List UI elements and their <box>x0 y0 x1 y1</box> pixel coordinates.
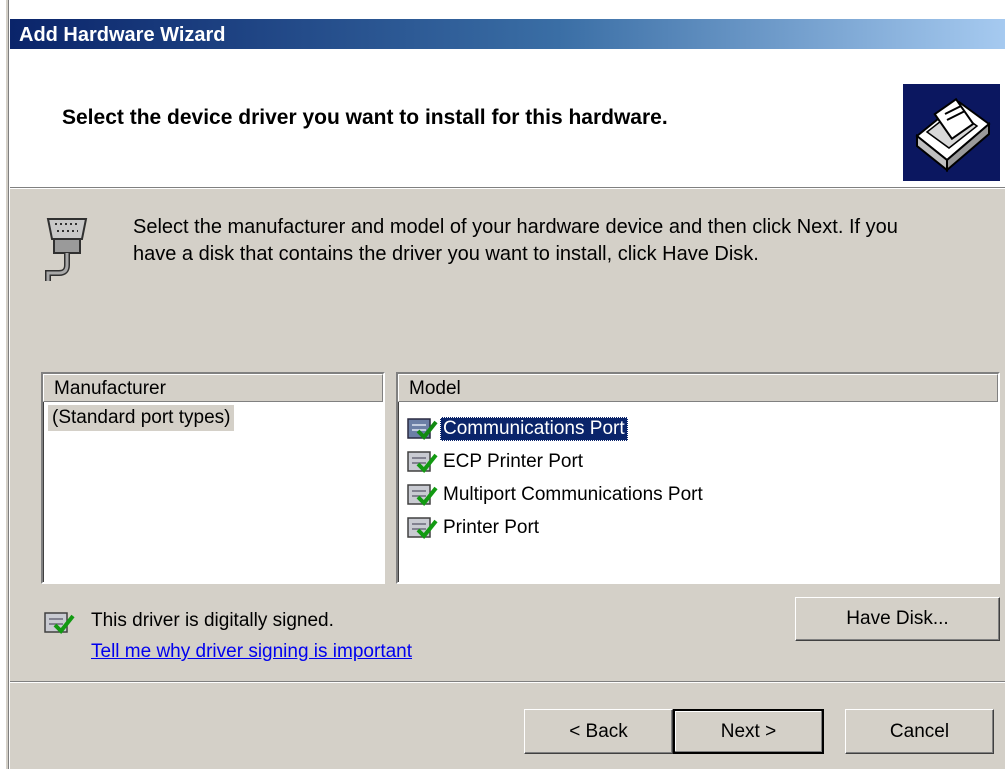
manufacturer-item-standard-port-types[interactable]: (Standard port types) <box>48 405 235 431</box>
model-item-label: Multiport Communications Port <box>443 484 703 505</box>
wizard-header: Select the device driver you want to ins… <box>10 49 1005 188</box>
model-list[interactable]: Model Communications Port ECP Printer Po… <box>396 372 1000 584</box>
signed-driver-icon <box>407 451 438 473</box>
model-item-label: ECP Printer Port <box>443 451 584 472</box>
signed-driver-icon <box>407 418 438 440</box>
signed-driver-icon <box>407 517 438 539</box>
back-button[interactable]: < Back <box>524 709 673 754</box>
add-hardware-wizard-dialog: Add Hardware Wizard Select the device dr… <box>9 19 1005 769</box>
next-button[interactable]: Next > <box>673 709 824 754</box>
window-frame-edge <box>0 0 9 769</box>
cancel-button[interactable]: Cancel <box>845 709 994 754</box>
intro-line-2: have a disk that contains the driver you… <box>133 243 759 265</box>
manufacturer-list[interactable]: Manufacturer (Standard port types) <box>41 372 385 584</box>
model-item-communications-port[interactable]: Communications Port <box>406 414 628 444</box>
header-title: Select the device driver you want to ins… <box>62 106 668 129</box>
model-column-header[interactable]: Model <box>398 374 998 402</box>
driver-signing-link[interactable]: Tell me why driver signing is important <box>91 641 412 663</box>
button-separator <box>10 681 1005 683</box>
signed-driver-icon <box>43 610 75 641</box>
manufacturer-column-header[interactable]: Manufacturer <box>43 374 383 402</box>
intro-text: Select the manufacturer and model of you… <box>133 214 953 268</box>
title-bar[interactable]: Add Hardware Wizard <box>10 19 1005 49</box>
model-item-ecp-printer-port[interactable]: ECP Printer Port <box>406 447 586 477</box>
window-title: Add Hardware Wizard <box>19 24 226 46</box>
model-item-printer-port[interactable]: Printer Port <box>406 513 542 543</box>
driver-signed-status: This driver is digitally signed. <box>91 610 334 631</box>
model-item-label: Communications Port <box>440 417 628 441</box>
model-item-label: Printer Port <box>443 517 540 538</box>
hardware-wizard-icon <box>903 84 1000 181</box>
signed-driver-icon <box>407 484 438 506</box>
intro-line-1: Select the manufacturer and model of you… <box>133 216 898 238</box>
have-disk-button[interactable]: Have Disk... <box>795 597 1000 641</box>
model-item-multiport-communications-port[interactable]: Multiport Communications Port <box>406 480 706 510</box>
serial-port-icon <box>40 213 92 283</box>
